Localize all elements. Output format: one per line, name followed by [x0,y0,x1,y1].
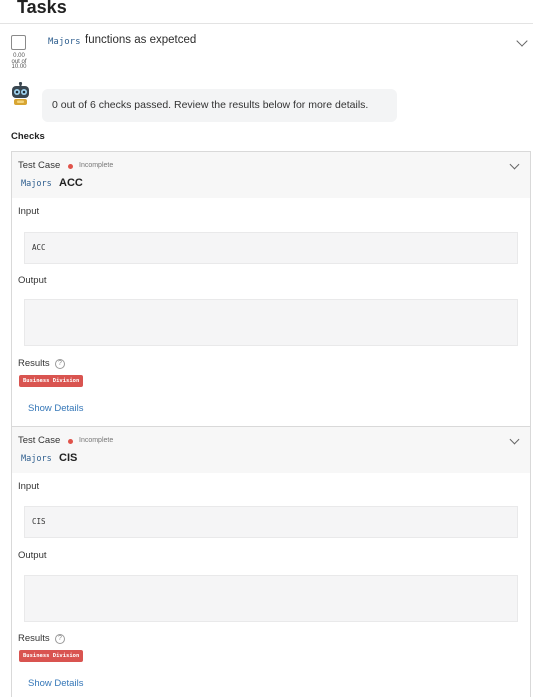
question-circle-icon[interactable]: ? [55,359,65,369]
status-badge: Incomplete [79,437,114,444]
page-title: Tasks [17,0,67,17]
input-value: CIS [32,517,46,526]
chevron-down-icon[interactable] [516,35,528,47]
test-case-label: Test Case [18,160,61,171]
test-case-card: Test Case Incomplete Majors ACC Input AC… [11,151,531,427]
show-details-link[interactable]: Show Details [28,678,83,689]
question-circle-icon[interactable]: ? [55,634,65,644]
results-label: Results [18,633,50,644]
output-box [24,299,518,346]
output-box [24,575,518,622]
input-value: ACC [32,243,46,252]
test-case-name: ACC [59,177,83,189]
summary-message: 0 out of 6 checks passed. Review the res… [42,89,397,122]
result-badge: Business Division [19,650,84,662]
output-label: Output [18,550,47,561]
input-label: Input [18,481,40,492]
test-case-header[interactable]: Test Case Incomplete Majors ACC [12,152,530,198]
show-details-link[interactable]: Show Details [28,403,83,414]
status-badge: Incomplete [79,162,114,169]
summary-text: 0 out of 6 checks passed. Review the res… [52,99,369,111]
input-label: Input [18,206,40,217]
task-description: functions as expetced [85,34,197,46]
test-case-tag: Majors [21,179,52,189]
task-checkbox[interactable] [11,35,26,50]
results-label: Results [18,358,50,369]
status-dot [68,164,73,169]
input-box: ACC [24,232,518,264]
test-case-label: Test Case [18,435,61,446]
status-dot [68,439,73,444]
task-row[interactable]: 0.00 out of 10.00 Majors functions as ex… [0,24,533,78]
result-badge: Business Division [19,375,84,387]
checks-heading: Checks [11,131,45,142]
chevron-down-icon[interactable] [509,434,520,445]
task-tag: Majors [48,37,81,47]
output-label: Output [18,275,47,286]
test-case-name: CIS [59,452,78,464]
input-box: CIS [24,506,518,538]
robot-icon [10,81,31,106]
test-case-tag: Majors [21,454,52,464]
tasks-header: Tasks [0,0,533,24]
test-case-card: Test Case Incomplete Majors CIS Input CI… [11,426,531,697]
chevron-down-icon[interactable] [509,159,520,170]
test-case-header[interactable]: Test Case Incomplete Majors CIS [12,427,530,473]
task-score: 0.00 out of 10.00 [11,53,27,70]
